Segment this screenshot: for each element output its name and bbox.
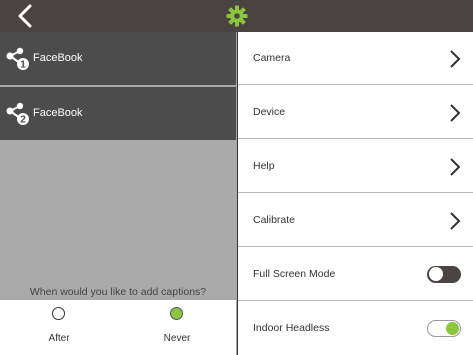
radio-after[interactable] [52, 307, 65, 320]
toggle-knob [446, 322, 459, 335]
chevron-right-icon [450, 212, 461, 230]
share-icon: 1 [6, 47, 29, 71]
share-target-label: FaceBook [33, 107, 83, 119]
settings-panel: Camera Device Help Calibrate Full Screen… [237, 32, 473, 355]
indoor-headless-toggle[interactable] [427, 320, 461, 337]
share-panel: 1 FaceBook 2 FaceBook When would you lik… [0, 32, 236, 355]
chevron-right-icon [450, 158, 461, 176]
radio-label-never: Never [163, 333, 191, 344]
toggle-knob [429, 267, 443, 281]
share-icon: 2 [6, 102, 29, 126]
settings-item-label: Indoor Headless [253, 322, 330, 334]
settings-button[interactable] [225, 4, 249, 28]
captions-option-after[interactable]: After [19, 300, 99, 355]
share-target-1[interactable]: 1 FaceBook [0, 32, 236, 85]
share-target-number: 2 [20, 115, 26, 126]
captions-option-never[interactable]: Never [137, 300, 217, 355]
settings-item-device[interactable]: Device [238, 86, 473, 139]
share-target-label: FaceBook [33, 52, 83, 64]
chevron-left-icon [18, 4, 32, 28]
captions-options: After Never [0, 300, 236, 355]
full-screen-mode-toggle[interactable] [427, 266, 461, 283]
top-bar [0, 0, 473, 32]
settings-item-help[interactable]: Help [238, 140, 473, 193]
gear-icon [226, 5, 248, 27]
settings-item-camera[interactable]: Camera [238, 32, 473, 85]
chevron-right-icon [450, 50, 461, 68]
share-target-2[interactable]: 2 FaceBook [0, 87, 236, 140]
settings-item-full-screen-mode: Full Screen Mode [238, 248, 473, 301]
settings-item-label: Full Screen Mode [253, 268, 336, 280]
settings-item-label: Camera [253, 52, 291, 64]
settings-item-label: Help [253, 160, 275, 172]
settings-item-label: Device [253, 106, 286, 118]
chevron-right-icon [450, 104, 461, 122]
back-button[interactable] [14, 4, 38, 28]
share-target-number: 1 [20, 60, 26, 71]
radio-label-after: After [48, 333, 70, 344]
settings-item-indoor-headless: Indoor Headless [238, 302, 473, 355]
settings-item-label: Calibrate [253, 214, 296, 226]
settings-item-calibrate[interactable]: Calibrate [238, 194, 473, 247]
captions-question: When would you like to add captions? [29, 286, 207, 298]
radio-never[interactable] [170, 307, 183, 320]
